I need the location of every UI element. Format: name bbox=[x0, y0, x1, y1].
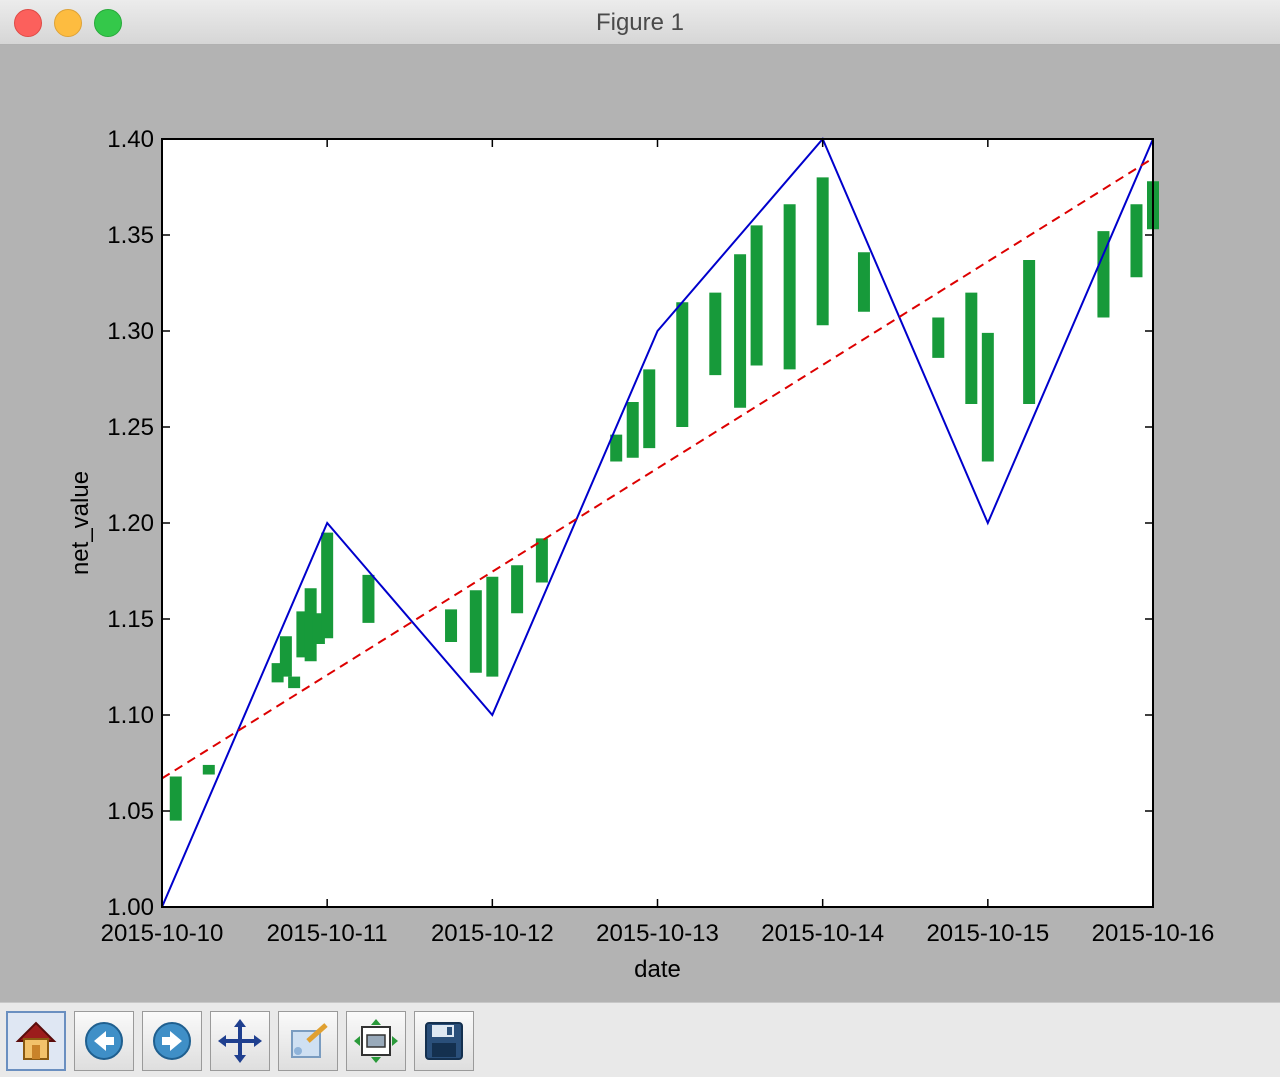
y-tick-label: 1.05 bbox=[107, 798, 154, 825]
back-button[interactable] bbox=[74, 1011, 134, 1071]
zoom-rect-icon bbox=[291, 1023, 328, 1058]
x-tick-label: 2015-10-16 bbox=[1092, 920, 1215, 947]
plot-area bbox=[162, 139, 1153, 907]
figure-canvas[interactable]: 1.00 1.05 1.10 1.15 1.20 1.25 1.30 1.35 1.40 2015… bbox=[0, 45, 1280, 1000]
x-tick-label: 2015-10-15 bbox=[926, 920, 1049, 947]
y-tick-label: 1.20 bbox=[107, 510, 154, 537]
x-tick-label: 2015-10-12 bbox=[431, 920, 554, 947]
x-tick-label: 2015-10-13 bbox=[596, 920, 719, 947]
y-axis-label: net_value bbox=[67, 471, 94, 575]
forward-button[interactable] bbox=[142, 1011, 202, 1071]
zoom-button[interactable] bbox=[278, 1011, 338, 1071]
home-button[interactable] bbox=[6, 1011, 66, 1071]
subplots-icon bbox=[354, 1019, 398, 1063]
y-tick-label: 1.35 bbox=[107, 222, 154, 249]
y-tick-label: 1.00 bbox=[107, 894, 154, 921]
pan-icon bbox=[218, 1019, 262, 1063]
y-tick-label: 1.40 bbox=[107, 126, 154, 153]
subplots-button[interactable] bbox=[346, 1011, 406, 1071]
navigation-toolbar bbox=[0, 1002, 1280, 1077]
x-tick-label: 2015-10-10 bbox=[101, 920, 224, 947]
pan-button[interactable] bbox=[210, 1011, 270, 1071]
save-button[interactable] bbox=[414, 1011, 474, 1071]
y-tick-label: 1.10 bbox=[107, 702, 154, 729]
y-tick-label: 1.15 bbox=[107, 606, 154, 633]
back-arrow-icon bbox=[85, 1022, 123, 1060]
y-tick-label: 1.30 bbox=[107, 318, 154, 345]
forward-arrow-icon bbox=[153, 1022, 191, 1060]
window-title: Figure 1 bbox=[595, 9, 685, 36]
y-tick-label: 1.25 bbox=[107, 414, 154, 441]
home-icon bbox=[15, 1021, 57, 1060]
x-tick-label: 2015-10-11 bbox=[267, 920, 388, 947]
x-tick-label: 2015-10-14 bbox=[761, 920, 884, 947]
title-bar: Figure 1 bbox=[0, 0, 1280, 45]
x-axis-label: date bbox=[634, 956, 681, 983]
chart: 1.00 1.05 1.10 1.15 1.20 1.25 1.30 1.35 1.40 2015… bbox=[67, 126, 1215, 983]
save-icon bbox=[425, 1022, 463, 1060]
